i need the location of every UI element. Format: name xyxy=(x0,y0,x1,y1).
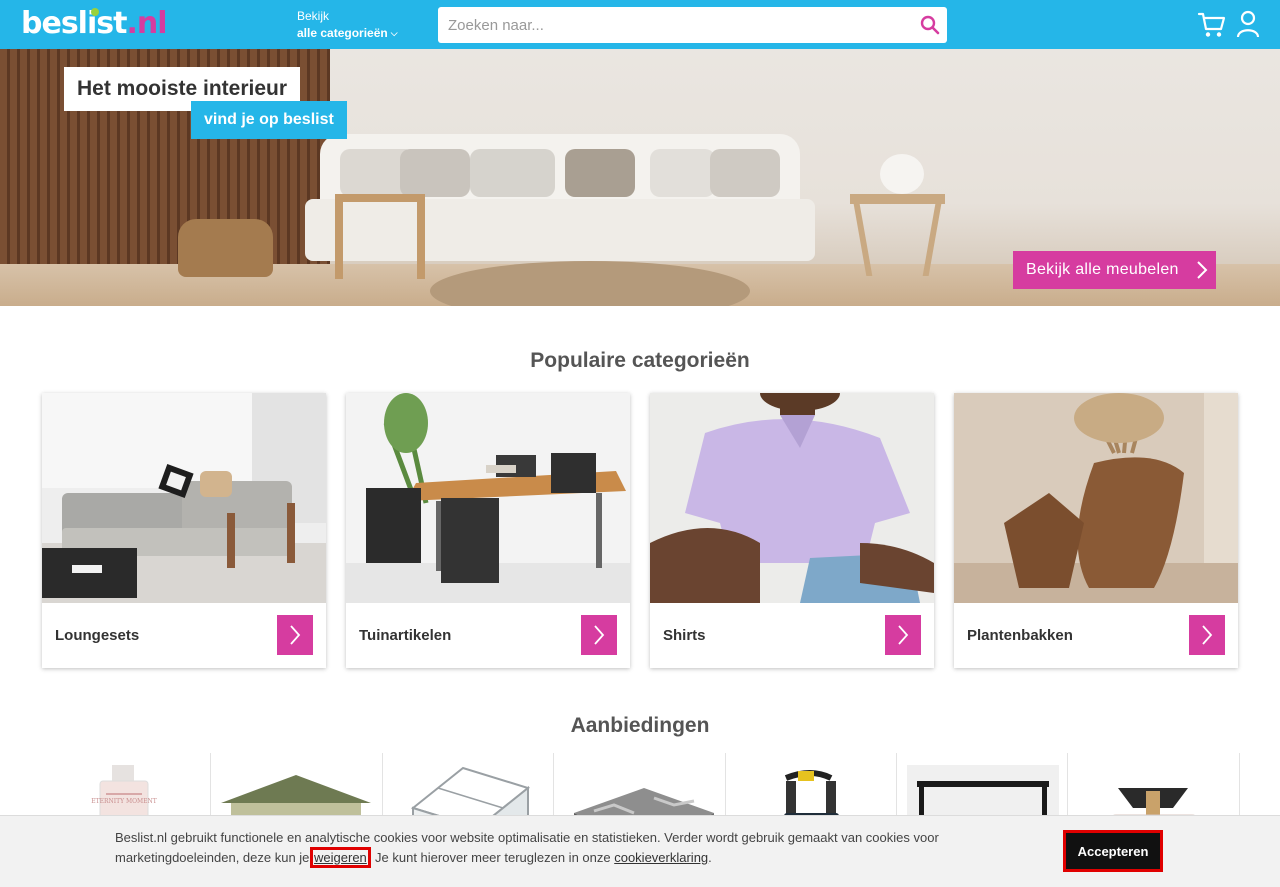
category-card-tuinartikelen[interactable]: Tuinartikelen xyxy=(346,393,630,668)
hero-pillow xyxy=(650,149,715,197)
hero-basket xyxy=(178,219,273,277)
hero-stool xyxy=(850,194,945,274)
cookie-text-2: . Je kunt hierover meer teruglezen in on… xyxy=(367,850,615,865)
cookie-banner: Beslist.nl gebruikt functionele en analy… xyxy=(0,815,1280,887)
top-header: beslist .nl Bekijk alle categorieën ⌵ xyxy=(0,0,1280,49)
hero-pillow xyxy=(400,149,470,197)
hero-pillow xyxy=(470,149,555,197)
chevron-down-icon: ⌵ xyxy=(390,28,398,38)
cookie-refuse-link[interactable]: weigeren xyxy=(310,847,371,868)
category-arrow-button[interactable] xyxy=(277,615,313,655)
chevron-right-icon xyxy=(594,625,605,645)
cookie-message: Beslist.nl gebruikt functionele en analy… xyxy=(115,828,975,868)
browse-all-label: alle categorieën xyxy=(297,26,388,40)
hero-pillow xyxy=(565,149,635,197)
category-card-shirts[interactable]: Shirts xyxy=(650,393,934,668)
hero-pillow xyxy=(710,149,780,197)
chevron-right-icon xyxy=(898,625,909,645)
hero-vase xyxy=(880,154,924,194)
category-arrow-button[interactable] xyxy=(581,615,617,655)
chevron-right-icon xyxy=(1197,261,1208,279)
user-icon[interactable] xyxy=(1236,10,1260,38)
search-input[interactable] xyxy=(438,8,913,42)
category-label: Plantenbakken xyxy=(967,627,1073,644)
category-card-loungesets[interactable]: Loungesets xyxy=(42,393,326,668)
category-label: Loungesets xyxy=(55,627,140,644)
chevron-right-icon xyxy=(290,625,301,645)
cookie-text-3: . xyxy=(708,850,712,865)
search-button[interactable] xyxy=(913,8,947,42)
planter-image xyxy=(954,393,1238,603)
offers-title: Aanbiedingen xyxy=(570,714,710,737)
hero-banner[interactable]: Het mooiste interieur vind je op beslist… xyxy=(0,49,1280,306)
category-card-plantenbakken[interactable]: Plantenbakken xyxy=(954,393,1238,668)
browse-categories-menu[interactable]: Bekijk alle categorieën ⌵ xyxy=(297,8,398,42)
search-icon xyxy=(920,15,940,35)
hero-subtitle: vind je op beslist xyxy=(191,101,347,139)
garden-table-image xyxy=(346,393,630,603)
accept-cookies-button[interactable]: Accepteren xyxy=(1063,830,1163,872)
browse-label: Bekijk xyxy=(297,9,330,23)
popular-categories-title: Populaire categorieën xyxy=(530,349,750,372)
hero-cta-label: Bekijk alle meubelen xyxy=(1026,261,1179,278)
browse-all-categories: alle categorieën ⌵ xyxy=(297,24,398,42)
logo-dot-icon xyxy=(91,8,99,16)
beslist-logo[interactable]: beslist .nl xyxy=(21,6,168,42)
category-label: Shirts xyxy=(663,627,706,644)
hero-side-table xyxy=(335,194,425,279)
loungeset-image xyxy=(42,393,326,603)
category-label: Tuinartikelen xyxy=(359,627,452,644)
perfume-caption: ETERNITY MOMENT xyxy=(91,798,157,805)
category-arrow-button[interactable] xyxy=(885,615,921,655)
search-bar xyxy=(438,7,947,43)
cookie-policy-link[interactable]: cookieverklaring xyxy=(614,850,708,865)
logo-tld: .nl xyxy=(126,6,167,41)
cart-icon[interactable] xyxy=(1197,11,1227,39)
chevron-right-icon xyxy=(1202,625,1213,645)
logo-text: beslist xyxy=(21,6,127,41)
shirt-image xyxy=(650,393,934,603)
view-all-furniture-button[interactable]: Bekijk alle meubelen xyxy=(1013,251,1216,289)
category-arrow-button[interactable] xyxy=(1189,615,1225,655)
